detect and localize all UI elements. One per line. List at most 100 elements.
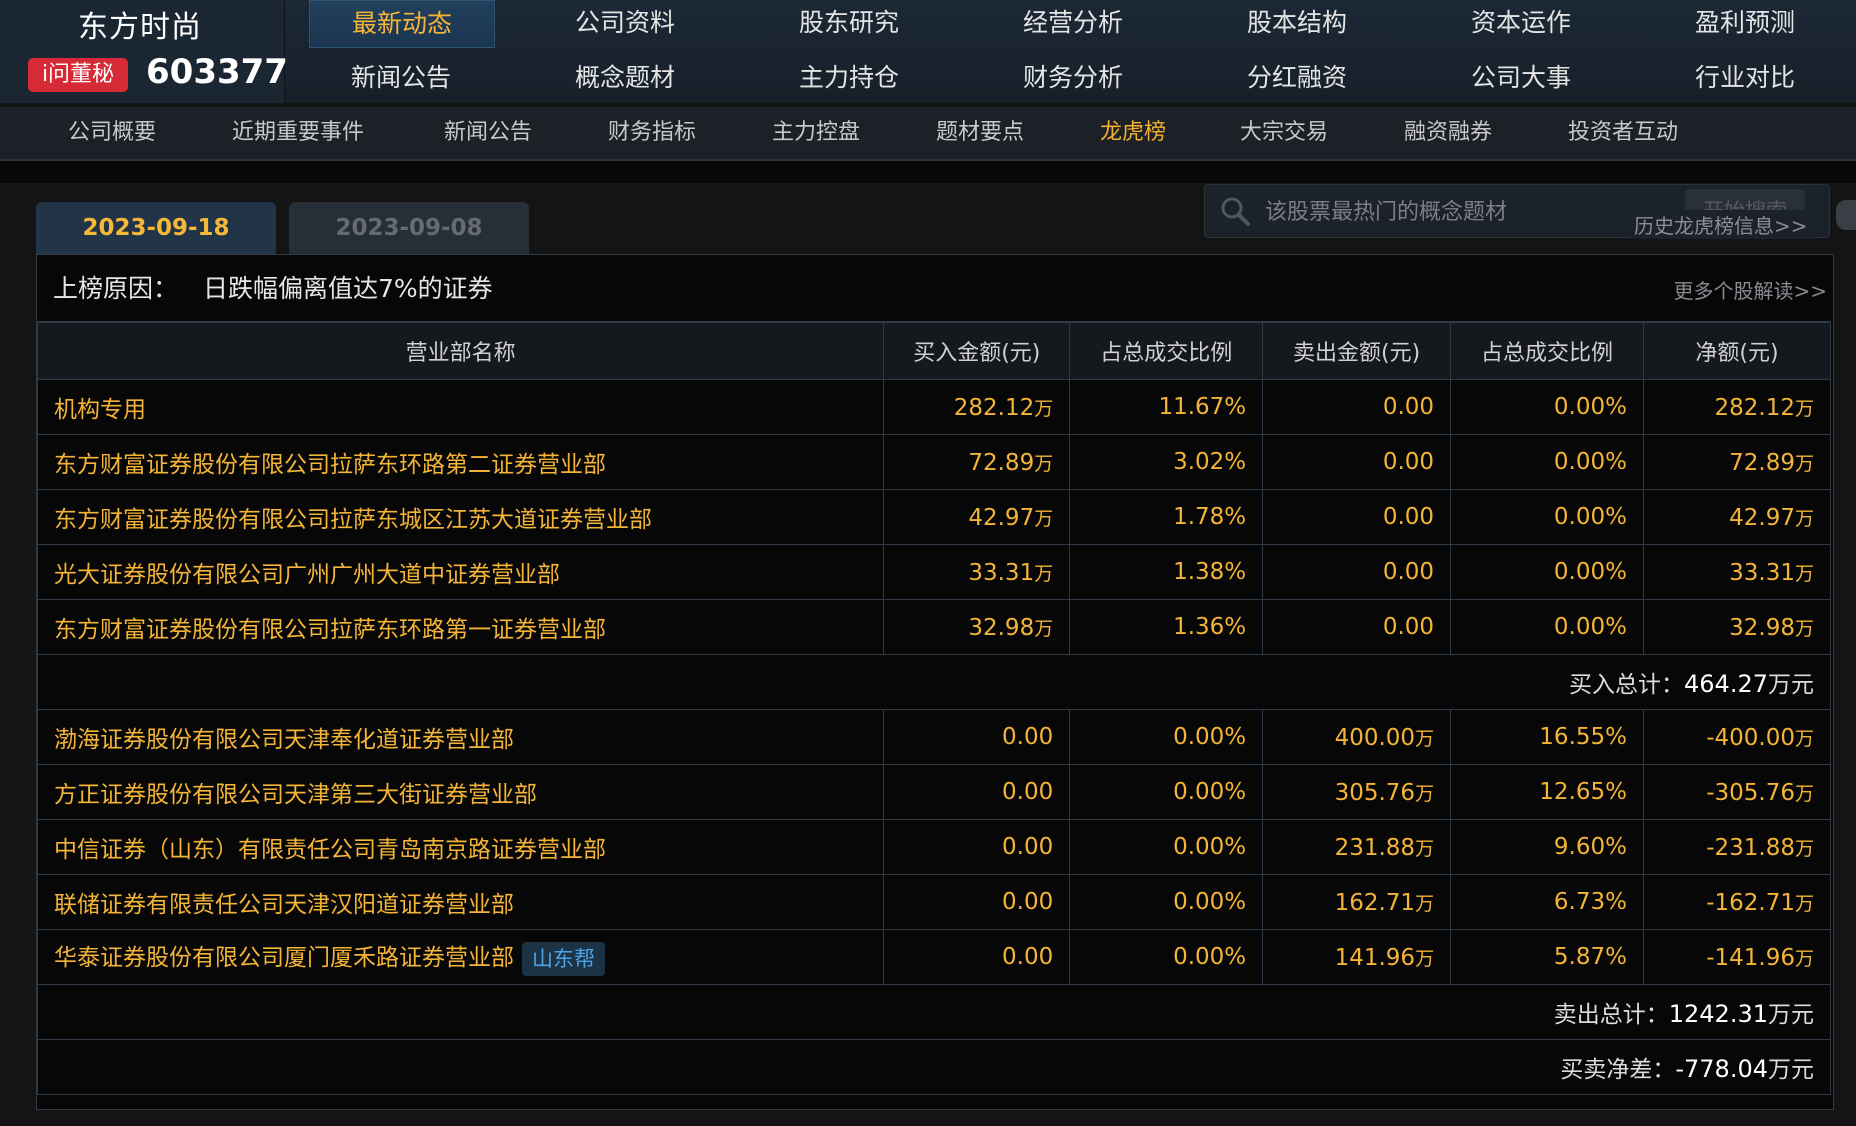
side-handle[interactable] [1836,200,1856,230]
nav-dividend-financing[interactable]: 分红融资 [1205,55,1389,101]
listing-reason-bar: 上榜原因： 日跌幅偏离值达7%的证券 更多个股解读>> [37,255,1831,322]
net-amount: -305.76 [1706,779,1795,806]
buy-amount: 0.00 [1002,724,1054,750]
sell-ratio-cell: 16.55% [1450,709,1644,765]
sell-ratio-cell: 0.00% [1450,379,1644,435]
nav-equity-structure[interactable]: 股本结构 [1205,0,1389,46]
stock-code: 603377 [146,52,288,92]
sell-amount-cell: 400.00万 [1262,709,1452,765]
sell-amount-unit: 万 [1415,782,1435,805]
concept-search-input[interactable] [1263,193,1667,231]
branch-name-cell: 东方财富证券股份有限公司拉萨东环路第二证券营业部 [36,434,885,490]
net-amount-unit: 万 [1794,727,1814,750]
subnav-margin-trading[interactable]: 融资融券 [1404,107,1492,159]
net-amount-cell: 42.97万 [1643,489,1831,545]
net-amount: -141.96 [1706,944,1795,971]
subnav-financial-indicators[interactable]: 财务指标 [608,107,696,159]
trader-group-tag[interactable]: 山东帮 [522,941,605,976]
buy-amount-cell: 32.98万 [883,599,1071,655]
subnav-block-trades[interactable]: 大宗交易 [1240,107,1328,159]
subnav-dragon-tiger-list[interactable]: 龙虎榜 [1100,107,1166,159]
buy-ratio-cell: 0.00% [1069,819,1264,875]
tab-date-2023-09-08[interactable]: 2023-09-08 [289,202,529,254]
buy-ratio-cell: 0.00% [1069,709,1264,765]
buy-ratio-cell: 3.02% [1069,434,1264,490]
sell-amount-cell: 0.00 [1262,599,1452,655]
net-difference-value: -778.04 [1675,1055,1768,1083]
sell-amount-cell: 141.96万 [1262,929,1452,985]
table-row: 中信证券（山东）有限责任公司青岛南京路证券营业部 0.00 0.00% 231.88万… [36,819,1831,875]
dragon-tiger-table: 营业部名称 买入金额(元) 占总成交比例 卖出金额(元) 占总成交比例 净额(元… [36,322,1831,1095]
more-stock-interpretation-link[interactable]: 更多个股解读>> [1673,275,1827,304]
col-header-branch-name: 营业部名称 [36,322,885,380]
sell-ratio-cell: 0.00% [1450,599,1644,655]
buy-amount-unit: 万 [1034,562,1054,585]
net-amount-unit: 万 [1794,617,1814,640]
subnav-company-overview[interactable]: 公司概要 [68,107,156,159]
sell-amount-cell: 0.00 [1262,434,1452,490]
branch-name-cell: 华泰证券股份有限公司厦门厦禾路证券营业部 山东帮 [36,929,885,985]
nav-announcements[interactable]: 新闻公告 [309,55,493,101]
buy-amount-cell: 72.89万 [883,434,1071,490]
branch-name[interactable]: 联储证券有限责任公司天津汉阳道证券营业部 [54,892,514,918]
tab-date-2023-09-18[interactable]: 2023-09-18 [36,202,276,254]
table-header-row: 营业部名称 买入金额(元) 占总成交比例 卖出金额(元) 占总成交比例 净额(元… [36,322,1831,380]
ask-secretary-button[interactable]: i问董秘 [28,58,128,92]
sell-ratio-cell: 9.60% [1450,819,1644,875]
sell-total-cell: 卖出总计：1242.31万元 [37,984,1831,1040]
subnav-investor-interaction[interactable]: 投资者互动 [1568,107,1678,159]
buy-total-section: 买入总计：464.27万元 [37,654,1831,710]
nav-operation-analysis[interactable]: 经营分析 [981,0,1165,46]
nav-company-info[interactable]: 公司资料 [533,0,717,46]
nav-concepts[interactable]: 概念题材 [533,55,717,101]
sell-amount: 162.71 [1334,889,1416,916]
buy-ratio-cell: 1.38% [1069,544,1264,600]
branch-name[interactable]: 方正证券股份有限公司天津第三大街证券营业部 [54,782,537,808]
nav-shareholder-research[interactable]: 股东研究 [757,0,941,46]
sell-amount: 400.00 [1334,724,1416,751]
branch-name[interactable]: 东方财富证券股份有限公司拉萨东环路第二证券营业部 [54,452,606,478]
net-amount-cell: -305.76万 [1643,764,1831,820]
main-nav: 最新动态 公司资料 股东研究 经营分析 股本结构 资本运作 盈利预测 新闻公告 … [284,0,1856,103]
branch-name[interactable]: 机构专用 [54,397,146,423]
buy-amount-cell: 0.00 [883,929,1071,985]
top-bar: 东方时尚 i问董秘 603377 最新动态 公司资料 股东研究 经营分析 股本结… [0,0,1856,103]
nav-company-events[interactable]: 公司大事 [1429,55,1613,101]
buy-amount-unit: 万 [1034,397,1054,420]
branch-name-cell: 联储证券有限责任公司天津汉阳道证券营业部 [36,874,885,930]
subnav-recent-events[interactable]: 近期重要事件 [232,107,364,159]
buy-amount-cell: 0.00 [883,709,1071,765]
branch-name[interactable]: 渤海证券股份有限公司天津奉化道证券营业部 [54,727,514,753]
nav-capital-operation[interactable]: 资本运作 [1429,0,1613,46]
nav-main-holdings[interactable]: 主力持仓 [757,55,941,101]
reason-label: 上榜原因： [53,274,179,303]
subnav-theme-points[interactable]: 题材要点 [936,107,1024,159]
nav-financial-analysis[interactable]: 财务分析 [981,55,1165,101]
branch-name-cell: 东方财富证券股份有限公司拉萨东环路第一证券营业部 [36,599,885,655]
net-difference-cell: 买卖净差：-778.04万元 [37,1039,1831,1095]
buy-ratio-cell: 1.36% [1069,599,1264,655]
nav-profit-forecast[interactable]: 盈利预测 [1653,0,1837,46]
nav-industry-compare[interactable]: 行业对比 [1653,55,1837,101]
buy-amount: 42.97 [968,504,1035,531]
buy-amount-unit: 万 [1034,452,1054,475]
col-header-sell-amount: 卖出金额(元) [1262,322,1452,380]
branch-name[interactable]: 光大证券股份有限公司广州广州大道中证券营业部 [54,562,560,588]
branch-name[interactable]: 中信证券（山东）有限责任公司青岛南京路证券营业部 [54,837,606,863]
history-dragon-tiger-link[interactable]: 历史龙虎榜信息>> [1630,210,1812,239]
nav-latest-news[interactable]: 最新动态 [309,0,495,48]
branch-name[interactable]: 东方财富证券股份有限公司拉萨东环路第一证券营业部 [54,617,606,643]
buy-amount: 282.12 [953,394,1035,421]
sell-amount: 141.96 [1334,944,1416,971]
branch-name[interactable]: 东方财富证券股份有限公司拉萨东城区江苏大道证券营业部 [54,507,652,533]
buy-amount-unit: 万 [1034,507,1054,530]
sub-nav: 公司概要 近期重要事件 新闻公告 财务指标 主力控盘 题材要点 龙虎榜 大宗交易… [0,107,1856,161]
subnav-announcements[interactable]: 新闻公告 [444,107,532,159]
buy-ratio-cell: 11.67% [1069,379,1264,435]
buy-ratio-cell: 1.78% [1069,489,1264,545]
net-amount-cell: -400.00万 [1643,709,1831,765]
buy-amount-cell: 42.97万 [883,489,1071,545]
subnav-main-control[interactable]: 主力控盘 [772,107,860,159]
branch-name[interactable]: 华泰证券股份有限公司厦门厦禾路证券营业部 [54,945,514,971]
net-amount: 33.31 [1729,559,1795,586]
